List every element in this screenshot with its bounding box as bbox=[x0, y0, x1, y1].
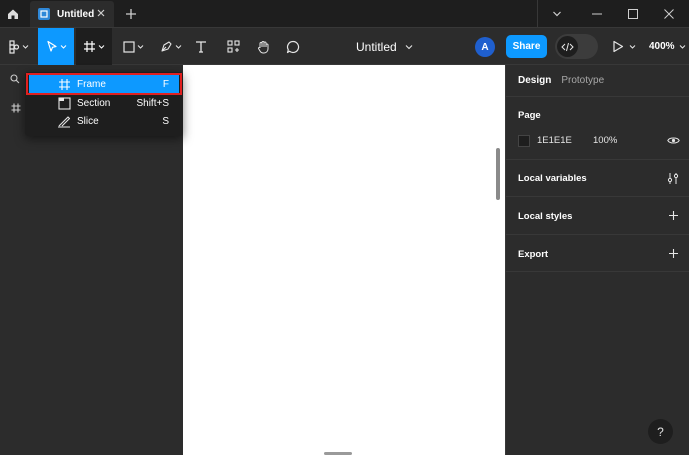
comment-tool[interactable] bbox=[282, 28, 304, 65]
menu-item-shortcut: Shift+S bbox=[136, 97, 169, 109]
chevron-down-icon bbox=[98, 44, 105, 49]
maximize-button[interactable] bbox=[616, 0, 650, 28]
present-button[interactable] bbox=[612, 28, 636, 65]
divider bbox=[506, 196, 689, 197]
tab-design[interactable]: Design bbox=[518, 75, 551, 86]
menu-item-section[interactable]: Section Shift+S bbox=[29, 94, 179, 112]
move-tool[interactable] bbox=[38, 28, 74, 65]
frame-icon bbox=[84, 41, 95, 52]
pen-tool[interactable] bbox=[156, 28, 186, 65]
help-button[interactable]: ? bbox=[648, 419, 673, 444]
plus-icon[interactable] bbox=[666, 246, 680, 260]
page-section-title: Page bbox=[518, 110, 541, 121]
eye-icon[interactable] bbox=[666, 133, 680, 147]
main-menu-button[interactable] bbox=[4, 28, 34, 65]
chevron-down-icon bbox=[22, 44, 29, 49]
resources-icon bbox=[226, 40, 240, 53]
chevron-down-icon bbox=[137, 44, 143, 49]
tab-prototype[interactable]: Prototype bbox=[561, 75, 604, 86]
canvas[interactable] bbox=[183, 65, 505, 455]
divider bbox=[506, 234, 689, 235]
plus-icon[interactable] bbox=[666, 208, 680, 222]
page-opacity-value[interactable]: 100% bbox=[593, 135, 617, 146]
document-title-label: Untitled bbox=[356, 39, 397, 54]
menu-item-label: Section bbox=[77, 97, 111, 109]
document-tab[interactable]: Untitled bbox=[30, 1, 114, 27]
zoom-control[interactable]: 400% bbox=[649, 28, 686, 65]
share-button[interactable]: Share bbox=[506, 35, 547, 58]
minimize-button[interactable] bbox=[580, 0, 614, 28]
new-tab-button[interactable] bbox=[124, 6, 138, 22]
main-menu-icon bbox=[9, 39, 20, 54]
text-icon bbox=[196, 41, 206, 53]
chevron-down-icon bbox=[679, 44, 685, 49]
frame-tool-menu: Frame F Section Shift+S Slice S bbox=[25, 72, 183, 136]
code-icon bbox=[561, 42, 574, 51]
local-variables-title[interactable]: Local variables bbox=[518, 173, 587, 184]
window-menu-button[interactable] bbox=[540, 0, 574, 28]
home-button[interactable] bbox=[0, 0, 26, 28]
figma-file-icon bbox=[38, 8, 50, 20]
export-title: Export bbox=[518, 249, 549, 260]
divider bbox=[506, 159, 689, 160]
move-icon bbox=[46, 40, 57, 52]
panel-tabs: Design Prototype bbox=[518, 75, 604, 86]
page-color-swatch[interactable] bbox=[518, 135, 530, 147]
chevron-down-icon bbox=[405, 44, 413, 49]
chevron-down-icon bbox=[60, 44, 66, 49]
highlight-outline bbox=[26, 73, 182, 95]
user-avatar[interactable]: A bbox=[475, 37, 495, 57]
toolbar: Untitled A Share 400% bbox=[0, 28, 689, 65]
frame-artboard[interactable] bbox=[183, 65, 505, 455]
zoom-label: 400% bbox=[649, 41, 675, 52]
section-icon bbox=[57, 96, 71, 110]
close-icon bbox=[664, 9, 674, 19]
chevron-down-icon bbox=[175, 44, 182, 49]
document-title[interactable]: Untitled bbox=[356, 28, 413, 65]
home-icon bbox=[8, 9, 18, 19]
slice-icon bbox=[57, 114, 71, 128]
title-divider bbox=[537, 0, 538, 28]
resources-tool[interactable] bbox=[222, 28, 244, 65]
page-color-value[interactable]: 1E1E1E bbox=[537, 135, 572, 146]
close-icon[interactable] bbox=[96, 7, 106, 19]
rectangle-icon bbox=[122, 40, 135, 53]
chevron-down-icon bbox=[553, 11, 561, 17]
comment-icon bbox=[286, 40, 300, 53]
play-icon bbox=[613, 40, 624, 53]
frame-tool[interactable] bbox=[76, 28, 112, 65]
plus-icon bbox=[126, 9, 136, 19]
shape-tool[interactable] bbox=[118, 28, 148, 65]
menu-item-label: Slice bbox=[77, 115, 99, 127]
window-close-button[interactable] bbox=[652, 0, 686, 28]
title-bar: Untitled bbox=[0, 0, 689, 28]
divider bbox=[506, 271, 689, 272]
pen-icon bbox=[161, 41, 172, 52]
minimize-icon bbox=[592, 13, 602, 15]
divider bbox=[506, 96, 689, 97]
search-icon[interactable] bbox=[10, 74, 20, 87]
frame-layer-icon[interactable] bbox=[11, 103, 21, 116]
vertical-scrollbar[interactable] bbox=[496, 148, 500, 200]
hand-tool[interactable] bbox=[252, 28, 274, 65]
properties-panel: Design Prototype Page 1E1E1E 100% Local … bbox=[505, 65, 689, 455]
tab-label: Untitled bbox=[57, 8, 95, 20]
variables-icon[interactable] bbox=[666, 171, 680, 185]
maximize-icon bbox=[628, 9, 638, 19]
dev-mode-toggle[interactable] bbox=[555, 34, 598, 59]
menu-item-shortcut: S bbox=[162, 115, 169, 127]
text-tool[interactable] bbox=[190, 28, 212, 65]
menu-item-slice[interactable]: Slice S bbox=[29, 112, 179, 130]
local-styles-title: Local styles bbox=[518, 211, 573, 222]
chevron-down-icon bbox=[629, 44, 636, 49]
dev-mode-knob bbox=[557, 36, 578, 57]
hand-icon bbox=[257, 40, 268, 54]
